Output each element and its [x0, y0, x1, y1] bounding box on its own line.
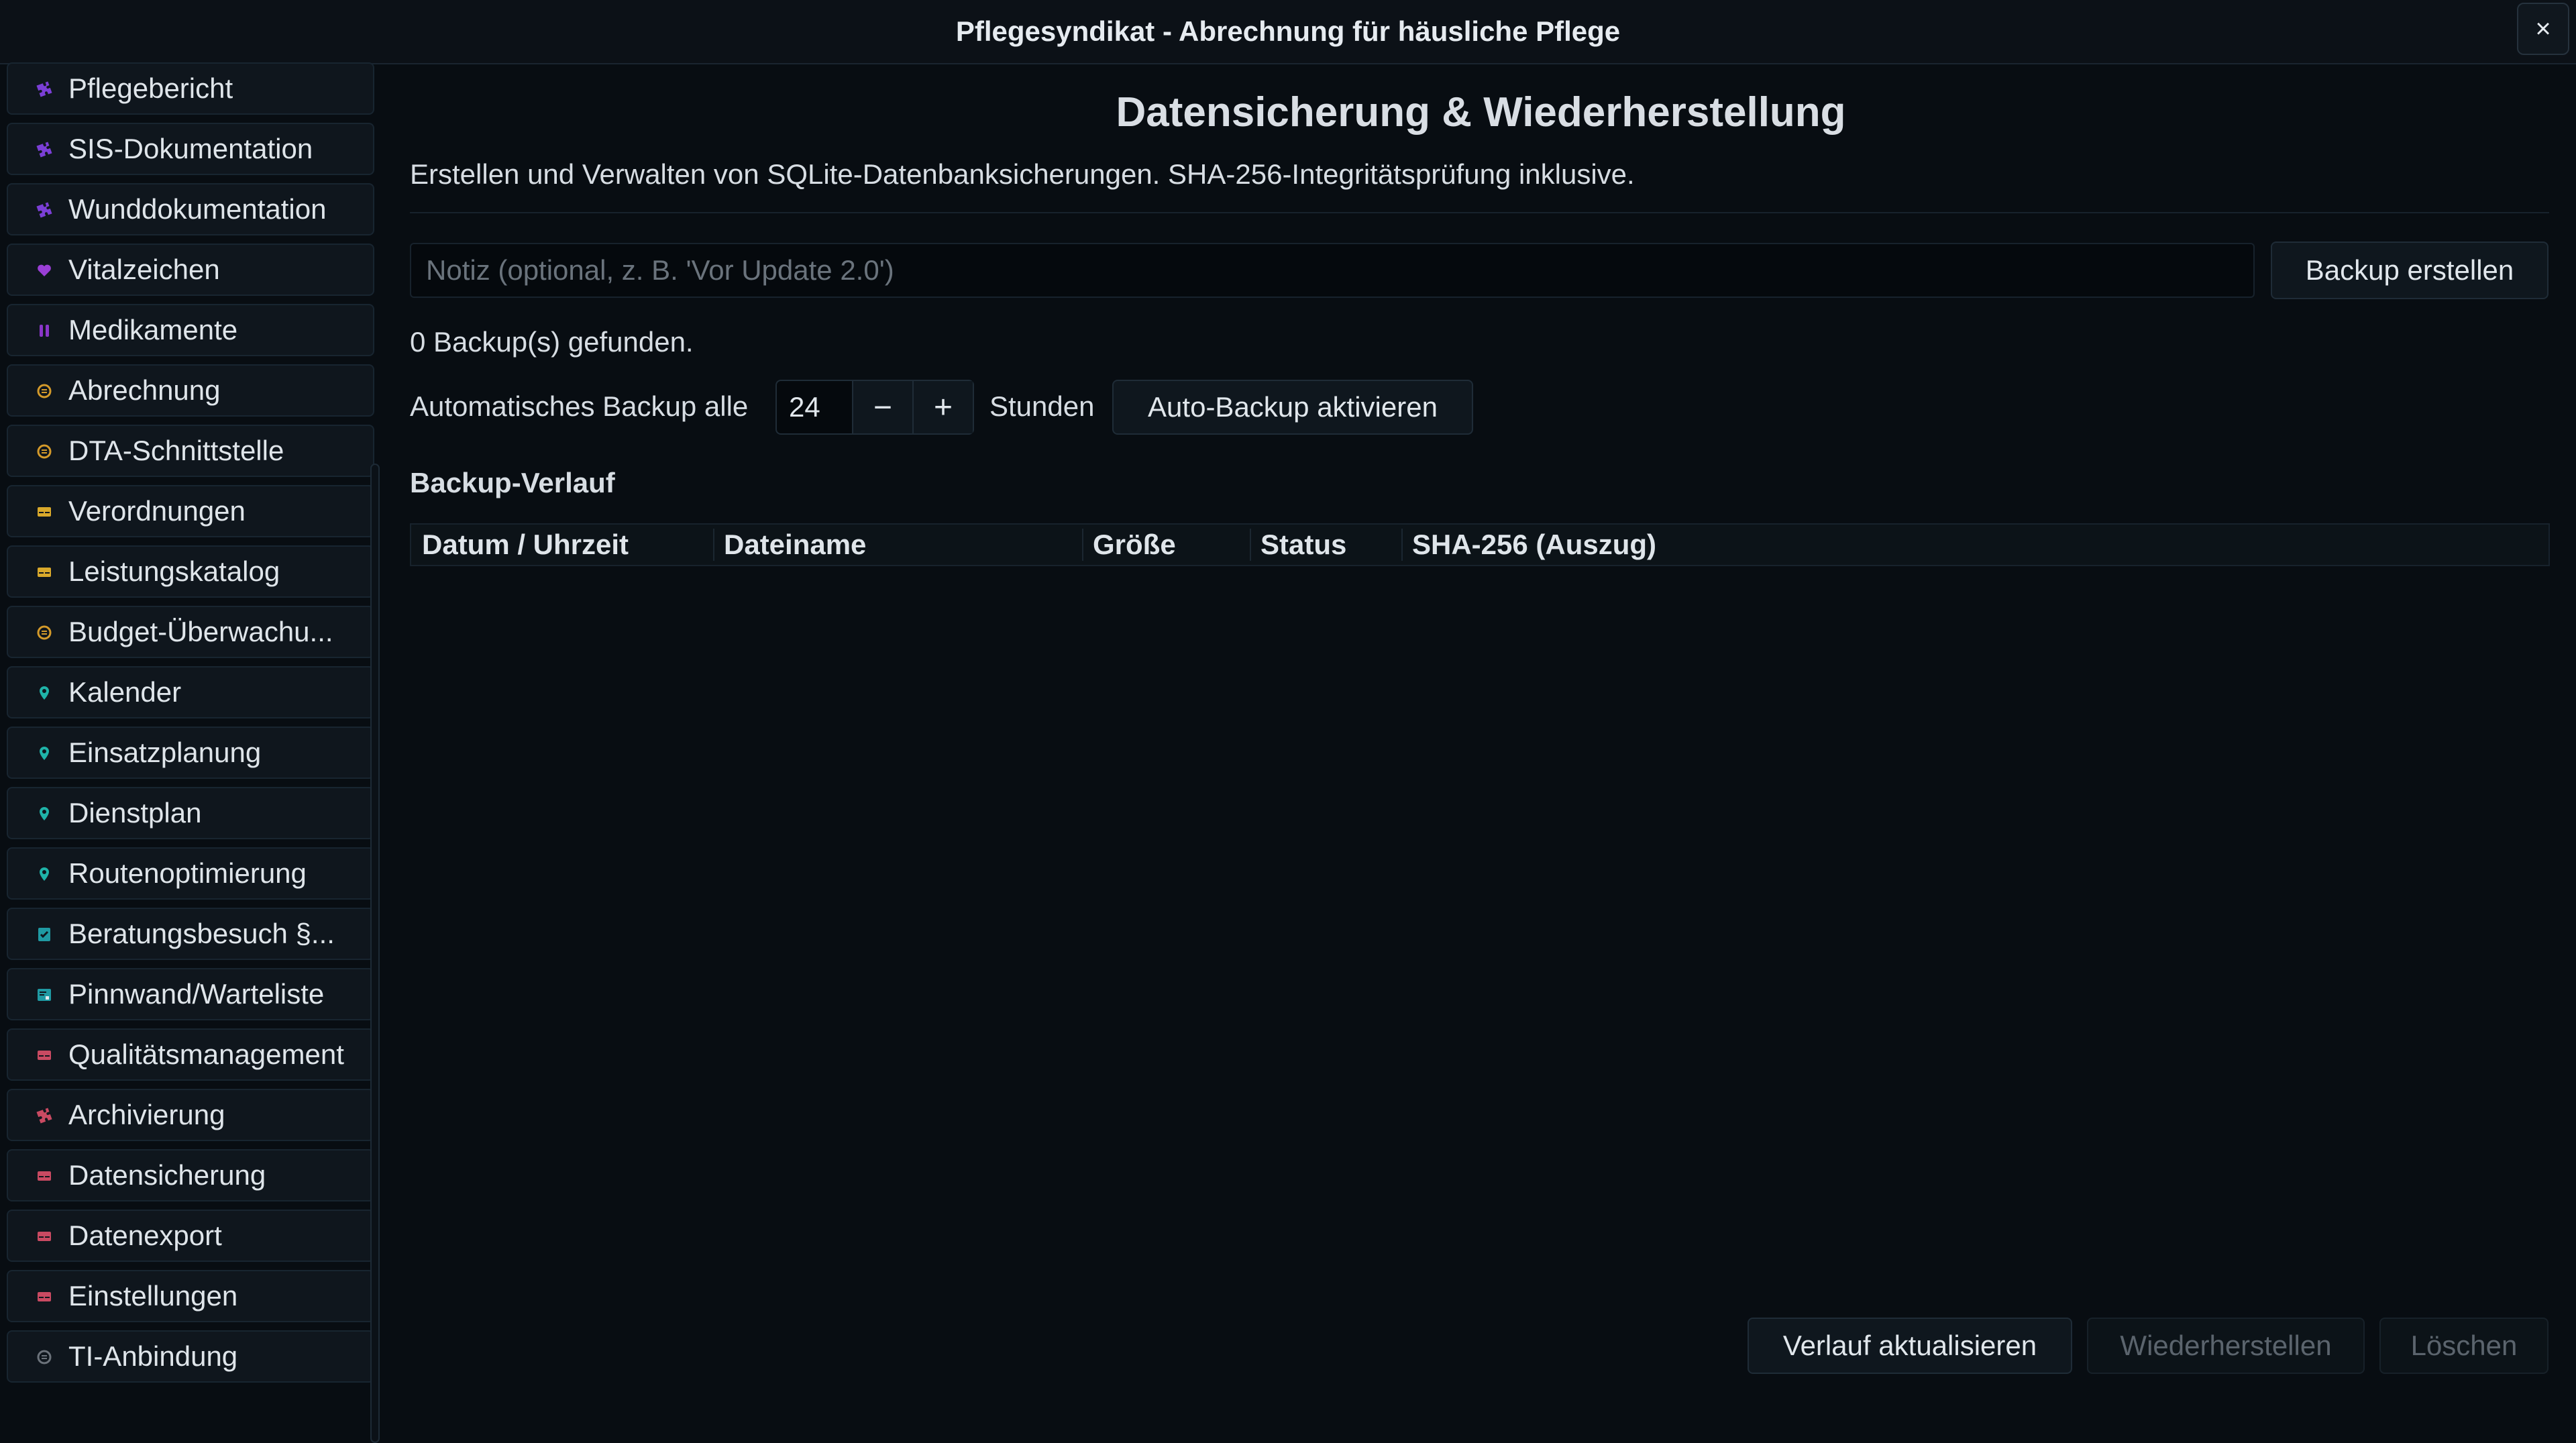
sidebar-item-label: Leistungskatalog — [68, 555, 280, 587]
decrement-button[interactable]: − — [851, 381, 912, 433]
interval-stepper: 24 − + — [775, 380, 974, 435]
close-icon: × — [2535, 13, 2551, 44]
card-icon — [36, 1228, 51, 1243]
window-title: Pflegesyndikat - Abrechnung für häuslich… — [955, 15, 1621, 47]
restore-button[interactable]: Wiederherstellen — [2087, 1318, 2365, 1374]
puzzle-icon — [36, 81, 52, 97]
card-icon — [36, 1289, 51, 1303]
sidebar-item[interactable]: DTA-Schnittstelle — [7, 425, 374, 477]
sidebar-item-label: Routenoptimierung — [68, 857, 307, 889]
column-header-filename[interactable]: Dateiname — [713, 525, 1082, 565]
sidebar-item-label: Qualitätsmanagement — [68, 1038, 344, 1070]
increment-button[interactable]: + — [912, 381, 973, 433]
create-backup-button[interactable]: Backup erstellen — [2271, 242, 2548, 299]
auto-backup-label: Automatisches Backup alle — [410, 390, 749, 422]
sidebar-item[interactable]: TI-Anbindung — [7, 1330, 374, 1383]
sidebar-item-label: Einstellungen — [68, 1280, 238, 1312]
sidebar-item[interactable]: SIS-Dokumentation — [7, 123, 374, 175]
pin-icon — [36, 866, 51, 881]
sidebar-item-label: Datenexport — [68, 1220, 222, 1251]
sidebar-item-label: Pinnwand/Warteliste — [68, 978, 325, 1010]
sidebar-item[interactable]: Einsatzplanung — [7, 727, 374, 779]
sidebar-item-label: Beratungsbesuch §... — [68, 918, 335, 949]
sidebar-item[interactable]: Datenexport — [7, 1210, 374, 1262]
sidebar-scrollbar[interactable] — [370, 464, 380, 1443]
card-icon — [36, 564, 51, 579]
sidebar-item-label: Verordnungen — [68, 495, 246, 527]
sidebar-item-label: Medikamente — [68, 314, 238, 345]
coin-icon — [36, 383, 52, 398]
title-bar: Pflegesyndikat - Abrechnung für häuslich… — [0, 0, 2576, 64]
card-icon — [36, 1168, 51, 1183]
sidebar-item[interactable]: Leistungskatalog — [7, 545, 374, 598]
refresh-history-button[interactable]: Verlauf aktualisieren — [1748, 1318, 2072, 1374]
sidebar-item[interactable]: Pflegebericht — [7, 62, 374, 115]
sidebar-item[interactable]: Qualitätsmanagement — [7, 1028, 374, 1081]
hours-label: Stunden — [989, 390, 1095, 422]
coin-icon — [36, 1349, 52, 1365]
close-button[interactable]: × — [2517, 3, 2569, 55]
board-icon — [36, 987, 51, 1002]
sidebar-item[interactable]: Budget-Überwachu... — [7, 606, 374, 658]
sidebar-item-label: Abrechnung — [68, 374, 221, 406]
sidebar-item-label: Datensicherung — [68, 1159, 266, 1191]
sidebar-item[interactable]: Abrechnung — [7, 364, 374, 417]
app-window: Pflegesyndikat - Abrechnung für häuslich… — [0, 0, 2576, 1443]
heart-icon — [36, 262, 51, 277]
sidebar-item-label: DTA-Schnittstelle — [68, 435, 284, 466]
sidebar-item[interactable]: Routenoptimierung — [7, 847, 374, 900]
column-header-datetime[interactable]: Datum / Uhrzeit — [411, 525, 713, 565]
sidebar-item[interactable]: Archivierung — [7, 1089, 374, 1141]
sidebar-item-label: Dienstplan — [68, 797, 202, 829]
pin-icon — [36, 685, 51, 700]
puzzle-icon — [36, 1108, 52, 1124]
card-icon — [36, 504, 51, 519]
pill-icon — [36, 323, 51, 337]
sidebar-item-label: Pflegebericht — [68, 72, 233, 104]
sidebar-item[interactable]: Medikamente — [7, 304, 374, 356]
sidebar-item[interactable]: Vitalzeichen — [7, 244, 374, 296]
sidebar-item[interactable]: Wunddokumentation — [7, 183, 374, 235]
pin-icon — [36, 806, 51, 820]
history-table-header: Datum / Uhrzeit Dateiname Größe Status S… — [410, 523, 2550, 566]
coin-icon — [36, 625, 52, 640]
checkbox-icon — [36, 926, 51, 941]
main-panel: Datensicherung & Wiederherstellung Erste… — [386, 64, 2576, 1383]
sidebar-item[interactable]: Pinnwand/Warteliste — [7, 968, 374, 1020]
backup-count-text: 0 Backup(s) gefunden. — [410, 326, 694, 358]
sidebar-item[interactable]: Dienstplan — [7, 787, 374, 839]
plus-icon: + — [933, 389, 953, 425]
sidebar-item-label: TI-Anbindung — [68, 1340, 238, 1372]
column-header-size[interactable]: Größe — [1082, 525, 1250, 565]
sidebar-item-label: Budget-Überwachu... — [68, 616, 333, 647]
page-title: Datensicherung & Wiederherstellung — [1116, 89, 1846, 136]
sidebar: TI-Anbindung Einstellungen Datenexport Date… — [0, 62, 386, 1443]
divider — [410, 212, 2549, 213]
sidebar-item-label: Kalender — [68, 676, 182, 708]
interval-value[interactable]: 24 — [777, 381, 852, 433]
column-header-sha256[interactable]: SHA-256 (Auszug) — [1401, 525, 2548, 565]
sidebar-item-label: SIS-Dokumentation — [68, 133, 313, 164]
backup-note-input[interactable] — [410, 243, 2255, 298]
sidebar-item-label: Wunddokumentation — [68, 193, 327, 225]
coin-icon — [36, 443, 52, 459]
page-subtitle: Erstellen und Verwalten von SQLite-Daten… — [410, 158, 1635, 190]
history-section-title: Backup-Verlauf — [410, 467, 615, 498]
sidebar-item-label: Archivierung — [68, 1099, 225, 1130]
minus-icon: − — [873, 389, 892, 425]
sidebar-item[interactable]: Kalender — [7, 666, 374, 718]
sidebar-item[interactable]: Einstellungen — [7, 1270, 374, 1322]
delete-button[interactable]: Löschen — [2379, 1318, 2548, 1374]
sidebar-item[interactable]: Datensicherung — [7, 1149, 374, 1201]
sidebar-item-label: Einsatzplanung — [68, 737, 262, 768]
puzzle-icon — [36, 202, 52, 218]
card-icon — [36, 1047, 51, 1062]
enable-auto-backup-button[interactable]: Auto-Backup aktivieren — [1112, 380, 1473, 435]
sidebar-item[interactable]: Verordnungen — [7, 485, 374, 537]
sidebar-item[interactable]: Beratungsbesuch §... — [7, 908, 374, 960]
pin-icon — [36, 745, 51, 760]
column-header-status[interactable]: Status — [1250, 525, 1401, 565]
sidebar-item-label: Vitalzeichen — [68, 254, 220, 285]
puzzle-icon — [36, 142, 52, 158]
